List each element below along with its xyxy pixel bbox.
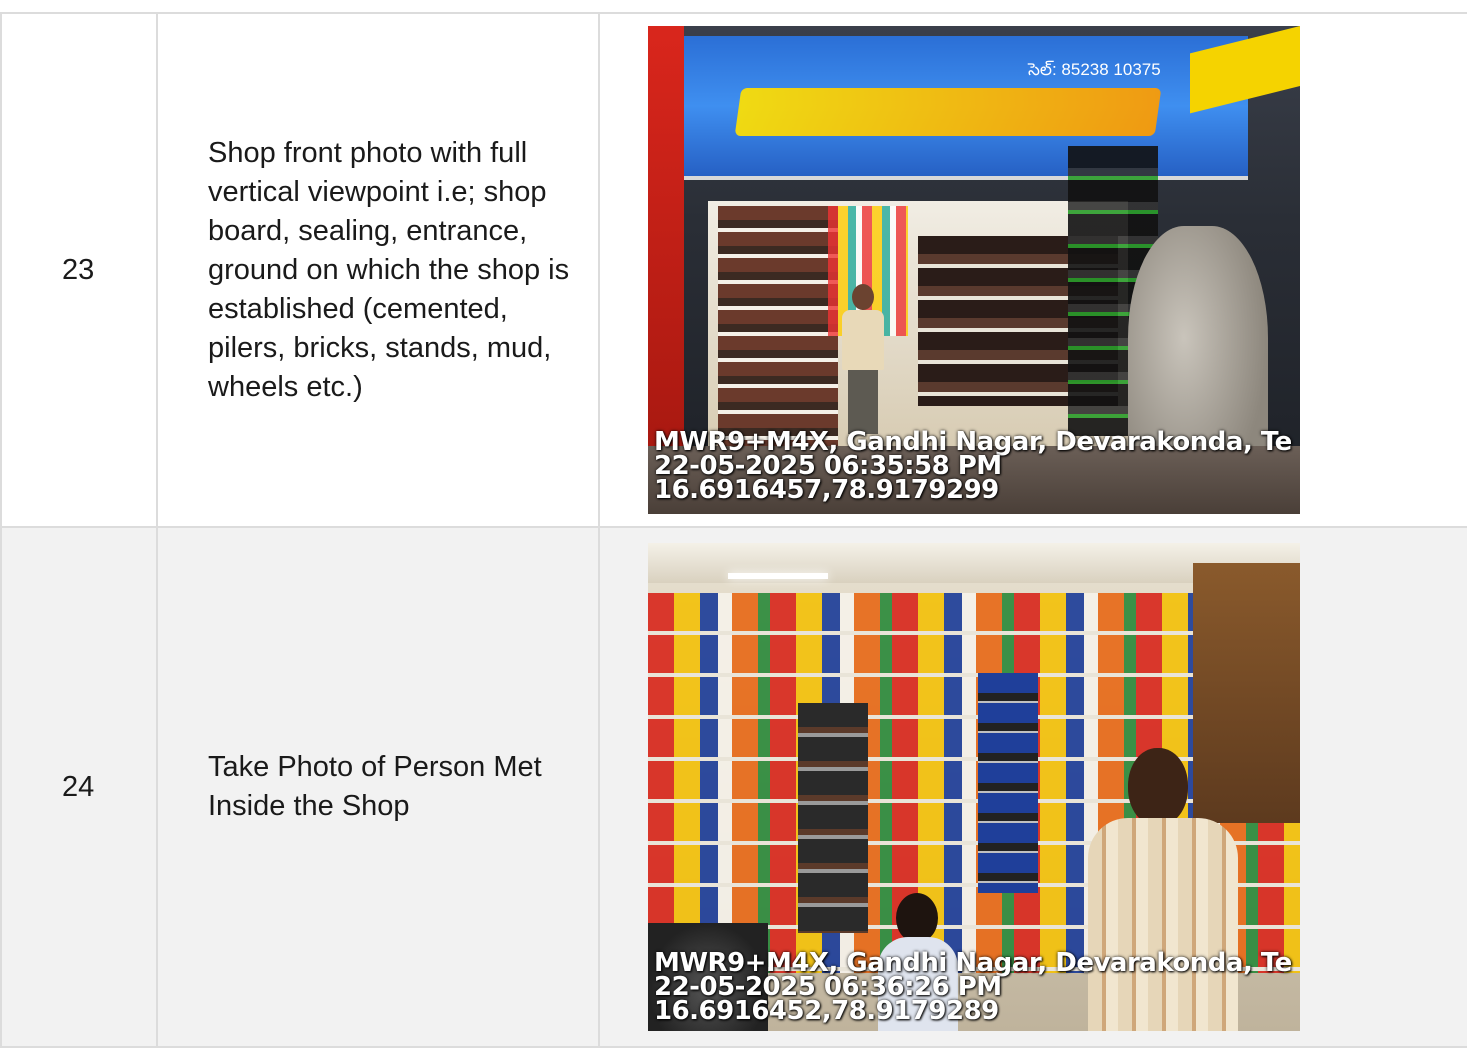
description-cell: Shop front photo with full vertical view… (156, 12, 600, 528)
shop-front-photo[interactable]: సెల్: 85238 10375 MWR9+M4X, Gandhi Nagar… (648, 26, 1300, 514)
hanging-slippers-rack (798, 703, 868, 933)
photo-stamp-coords: 16.6916452,78.9179289 (654, 996, 999, 1026)
row-number: 23 (62, 253, 95, 286)
shop-sign-title (734, 88, 1162, 136)
photo-cell: సెల్: 85238 10375 MWR9+M4X, Gandhi Nagar… (598, 12, 1467, 528)
photo-stamp-coords: 16.6916457,78.9179299 (654, 475, 999, 505)
table-row: 24 Take Photo of Person Met Inside the S… (0, 526, 1467, 1048)
hanging-slippers-rack-2 (978, 673, 1038, 893)
row-description: Take Photo of Person Met Inside the Shop (208, 751, 542, 822)
person-shopkeeper (840, 284, 886, 434)
row-number-cell: 24 (0, 526, 158, 1048)
row-number: 24 (62, 770, 95, 803)
row-number-cell: 23 (0, 12, 158, 528)
person-inside-photo[interactable]: MWR9+M4X, Gandhi Nagar, Devarakonda, Te … (648, 543, 1300, 1031)
person-met (1088, 748, 1238, 1031)
photo-cell: MWR9+M4X, Gandhi Nagar, Devarakonda, Te … (598, 526, 1467, 1048)
photo-scene: MWR9+M4X, Gandhi Nagar, Devarakonda, Te … (648, 543, 1300, 1031)
description-cell: Take Photo of Person Met Inside the Shop (156, 526, 600, 1048)
photo-scene: సెల్: 85238 10375 MWR9+M4X, Gandhi Nagar… (648, 26, 1300, 514)
table-row: 23 Shop front photo with full vertical v… (0, 12, 1467, 528)
tube-light (728, 573, 828, 579)
shop-sign-phone: సెల్: 85238 10375 (1028, 60, 1161, 79)
footwear-shelf-left (718, 206, 838, 456)
row-description: Shop front photo with full vertical view… (208, 136, 570, 403)
survey-table: 23 Shop front photo with full vertical v… (0, 12, 1467, 1048)
red-side-board (648, 26, 684, 496)
